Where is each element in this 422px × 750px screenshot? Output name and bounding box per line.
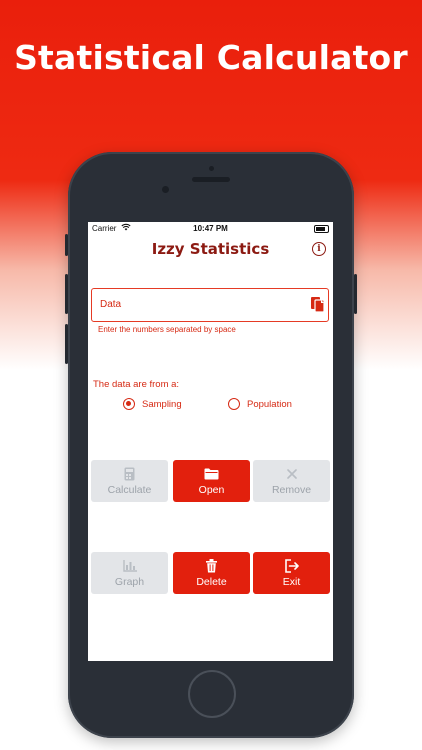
radio-sampling[interactable]: Sampling (123, 396, 182, 412)
exit-button[interactable]: Exit (253, 552, 330, 594)
data-source-question: The data are from a: (93, 379, 180, 390)
promo-headline: Statistical Calculator (14, 38, 408, 77)
front-camera (162, 186, 169, 193)
app-screen: Carrier 10:47 PM Izzy Statistics i Data … (88, 222, 333, 661)
graph-label: Graph (114, 575, 145, 588)
status-time: 10:47 PM (193, 224, 228, 233)
earpiece-speaker (192, 177, 230, 182)
mute-switch (65, 234, 68, 256)
data-input-label: Data (100, 299, 122, 310)
data-input-field[interactable]: Data (91, 288, 329, 322)
paste-icon[interactable] (310, 296, 326, 314)
trash-icon (206, 558, 217, 573)
volume-up-button (65, 274, 68, 314)
app-title: Izzy Statistics (151, 240, 270, 258)
volume-down-button (65, 324, 68, 364)
calculator-icon (124, 467, 135, 481)
proximity-sensor (209, 166, 214, 171)
radio-unselected-icon (228, 398, 240, 410)
bar-chart-icon (122, 559, 137, 573)
open-button[interactable]: Open (173, 460, 250, 502)
status-bar: Carrier 10:47 PM (88, 222, 333, 236)
folder-icon (204, 467, 219, 481)
remove-button[interactable]: Remove (253, 460, 330, 502)
battery-icon (314, 225, 329, 233)
open-label: Open (198, 483, 225, 496)
home-button[interactable] (188, 670, 236, 718)
radio-selected-icon (123, 398, 135, 410)
radio-population[interactable]: Population (228, 396, 292, 412)
graph-button[interactable]: Graph (91, 552, 168, 594)
power-button (354, 274, 357, 314)
info-icon[interactable]: i (312, 242, 326, 256)
exit-icon (284, 558, 299, 573)
radio-population-label: Population (247, 398, 292, 410)
remove-label: Remove (271, 483, 312, 496)
delete-button[interactable]: Delete (173, 552, 250, 594)
x-icon (286, 467, 297, 481)
calculate-label: Calculate (107, 483, 152, 496)
exit-label: Exit (282, 575, 301, 588)
data-input-helper: Enter the numbers separated by space (98, 325, 236, 334)
phone-frame: Carrier 10:47 PM Izzy Statistics i Data … (65, 152, 357, 738)
delete-label: Delete (196, 575, 227, 588)
calculate-button[interactable]: Calculate (91, 460, 168, 502)
radio-sampling-label: Sampling (142, 398, 182, 410)
